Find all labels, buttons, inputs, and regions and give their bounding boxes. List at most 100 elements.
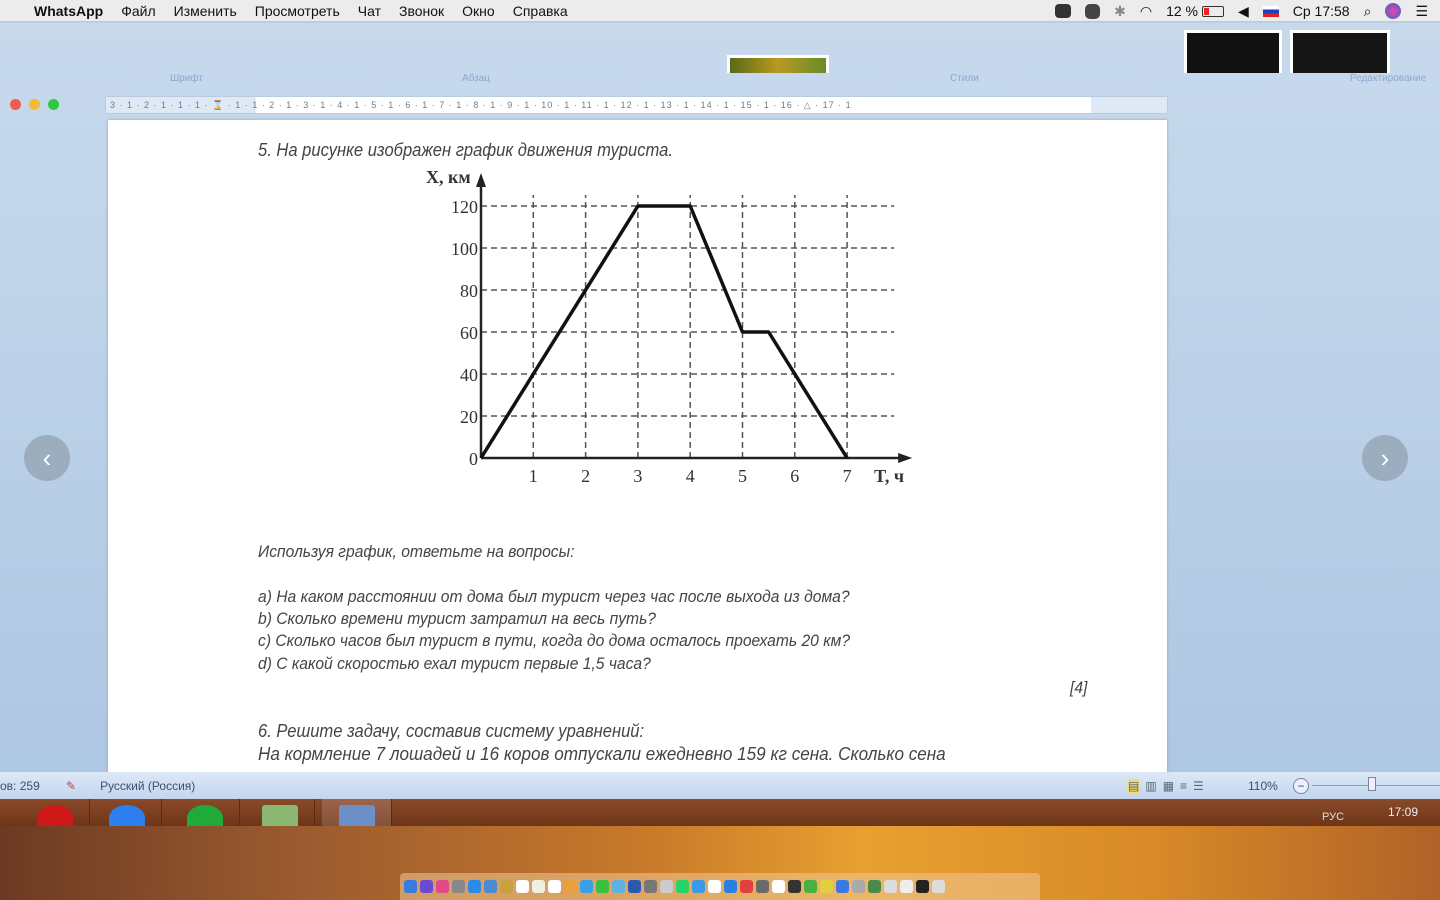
dock-app-icon[interactable]: [628, 880, 641, 893]
dock-app-icon[interactable]: [772, 880, 785, 893]
menu-view[interactable]: Просмотреть: [255, 3, 340, 19]
dock-app-icon[interactable]: [916, 880, 929, 893]
dock-app-icon[interactable]: [660, 880, 673, 893]
zoom-out-button[interactable]: −: [1293, 777, 1309, 794]
motion-chart: 1 2 3 4 5 6 7 0 20 40 60 80 100 120 X, км T, ч: [426, 167, 913, 486]
chevron-left-icon: ‹: [42, 442, 52, 473]
taskbar-zoom[interactable]: [92, 799, 162, 831]
task5-title: 5. На рисунке изображен график движения …: [258, 140, 673, 160]
volume-icon[interactable]: ◀: [1238, 3, 1249, 20]
y-tick-label: 60: [460, 323, 478, 343]
dock-app-icon[interactable]: [532, 880, 545, 893]
full-screen-icon[interactable]: ▥: [1145, 779, 1156, 793]
dock-app-icon[interactable]: [788, 880, 801, 893]
dock-app-icon[interactable]: [756, 880, 769, 893]
ribbon-group-labels: Шрифт Абзац Стили Редактирование: [0, 73, 1440, 85]
zoom-slider-thumb[interactable]: [1368, 777, 1376, 791]
instruction: Используя график, ответьте на вопросы:: [258, 542, 575, 561]
dock-app-icon[interactable]: [452, 880, 465, 893]
thumbnail[interactable]: [1290, 30, 1390, 76]
minimize-button[interactable]: [29, 99, 40, 110]
taskbar-whatsapp[interactable]: [170, 799, 240, 831]
dock-app-icon[interactable]: [468, 880, 481, 893]
word-count[interactable]: ов: 259: [0, 779, 60, 793]
window-controls: [10, 99, 59, 110]
battery-icon[interactable]: [1201, 5, 1224, 17]
menu-call[interactable]: Звонок: [399, 3, 444, 19]
flag-ru-icon[interactable]: [1262, 5, 1279, 17]
view-buttons: ▤ ▥ ▦ ≡ ☰: [1128, 778, 1204, 793]
dock-app-icon[interactable]: [884, 880, 897, 893]
clock[interactable]: Ср 17:58: [1293, 3, 1350, 19]
dock-app-icon[interactable]: [804, 880, 817, 893]
wifi-icon[interactable]: ◠: [1140, 3, 1152, 20]
siri-icon[interactable]: [1385, 3, 1402, 19]
dock-app-icon[interactable]: [724, 880, 737, 893]
print-layout-icon[interactable]: ▤: [1128, 778, 1140, 793]
web-layout-icon[interactable]: ▦: [1163, 779, 1174, 793]
ruler[interactable]: 3 · 1 · 2 · 1 · 1 · 1 · ⌛ · 1 · 1 · 2 · …: [105, 96, 1168, 114]
search-icon[interactable]: ⌕: [1364, 3, 1372, 20]
task6-title: 6. Решите задачу, составив систему уравн…: [258, 721, 645, 741]
dock-app-icon[interactable]: [500, 880, 513, 893]
taskbar-lang[interactable]: РУС: [1322, 811, 1344, 823]
ribbon-editing: Редактирование: [1350, 73, 1427, 84]
menu-edit[interactable]: Изменить: [174, 3, 237, 19]
dock-app-icon[interactable]: [868, 880, 881, 893]
menu-window[interactable]: Окно: [462, 3, 495, 19]
dock-app-icon[interactable]: [596, 880, 609, 893]
dock-app-icon[interactable]: [580, 880, 593, 893]
dock-app-icon[interactable]: [436, 880, 449, 893]
language[interactable]: Русский (Россия): [100, 779, 195, 793]
check-shield-icon[interactable]: [1085, 3, 1101, 19]
y-axis-arrow: [476, 173, 486, 187]
y-tick-label: 0: [469, 449, 478, 469]
x-tick-label: 2: [581, 466, 590, 486]
windows-taskbar: РУС 17:09: [0, 799, 1440, 831]
dock-app-icon[interactable]: [516, 880, 529, 893]
zoom-icon[interactable]: [1055, 4, 1072, 18]
menu-chat[interactable]: Чат: [358, 3, 381, 19]
battery-percent: 12 %: [1166, 3, 1198, 19]
next-image-button[interactable]: ›: [1362, 435, 1408, 481]
draft-icon[interactable]: ☰: [1193, 779, 1204, 793]
bluetooth-icon[interactable]: ✱: [1114, 3, 1126, 20]
dock-app-icon[interactable]: [644, 880, 657, 893]
dock-app-icon[interactable]: [740, 880, 753, 893]
previous-image-button[interactable]: ‹: [24, 435, 70, 481]
spellcheck-icon[interactable]: ✎: [66, 779, 76, 793]
dock-app-icon[interactable]: [932, 880, 945, 893]
question-b: b) Сколько времени турист затратил на ве…: [258, 609, 657, 628]
menu-help[interactable]: Справка: [513, 3, 568, 19]
dock-app-icon[interactable]: [900, 880, 913, 893]
dock-app-icon[interactable]: [692, 880, 705, 893]
dock-app-icon[interactable]: [420, 880, 433, 893]
zoom-slider[interactable]: [1312, 785, 1440, 786]
dock-app-icon[interactable]: [852, 880, 865, 893]
dock-app-icon[interactable]: [820, 880, 833, 893]
dock-app-icon[interactable]: [484, 880, 497, 893]
y-tick-label: 40: [460, 365, 478, 385]
maximize-button[interactable]: [48, 99, 59, 110]
dock-app-icon[interactable]: [548, 880, 561, 893]
zoom-level[interactable]: 110%: [1248, 779, 1278, 793]
dock-app-icon[interactable]: [612, 880, 625, 893]
thumbnail[interactable]: [1184, 30, 1282, 76]
ribbon-font: Шрифт: [170, 73, 203, 84]
menu-file[interactable]: Файл: [121, 3, 155, 19]
close-button[interactable]: [10, 99, 21, 110]
x-tick-label: 6: [790, 466, 799, 486]
taskbar-clock[interactable]: 17:09: [1388, 805, 1418, 819]
dock-app-icon[interactable]: [708, 880, 721, 893]
dock-app-icon[interactable]: [836, 880, 849, 893]
taskbar-opera[interactable]: [20, 799, 90, 831]
notification-center-icon[interactable]: ☰: [1415, 3, 1428, 20]
menu-app-name[interactable]: WhatsApp: [34, 3, 103, 19]
taskbar-excel[interactable]: [245, 799, 315, 831]
dock-app-icon[interactable]: [564, 880, 577, 893]
dock-app-icon[interactable]: [404, 880, 417, 893]
y-tick-label: 100: [451, 239, 478, 259]
taskbar-word[interactable]: [322, 799, 392, 831]
outline-icon[interactable]: ≡: [1180, 779, 1187, 793]
dock-app-icon[interactable]: [676, 880, 689, 893]
